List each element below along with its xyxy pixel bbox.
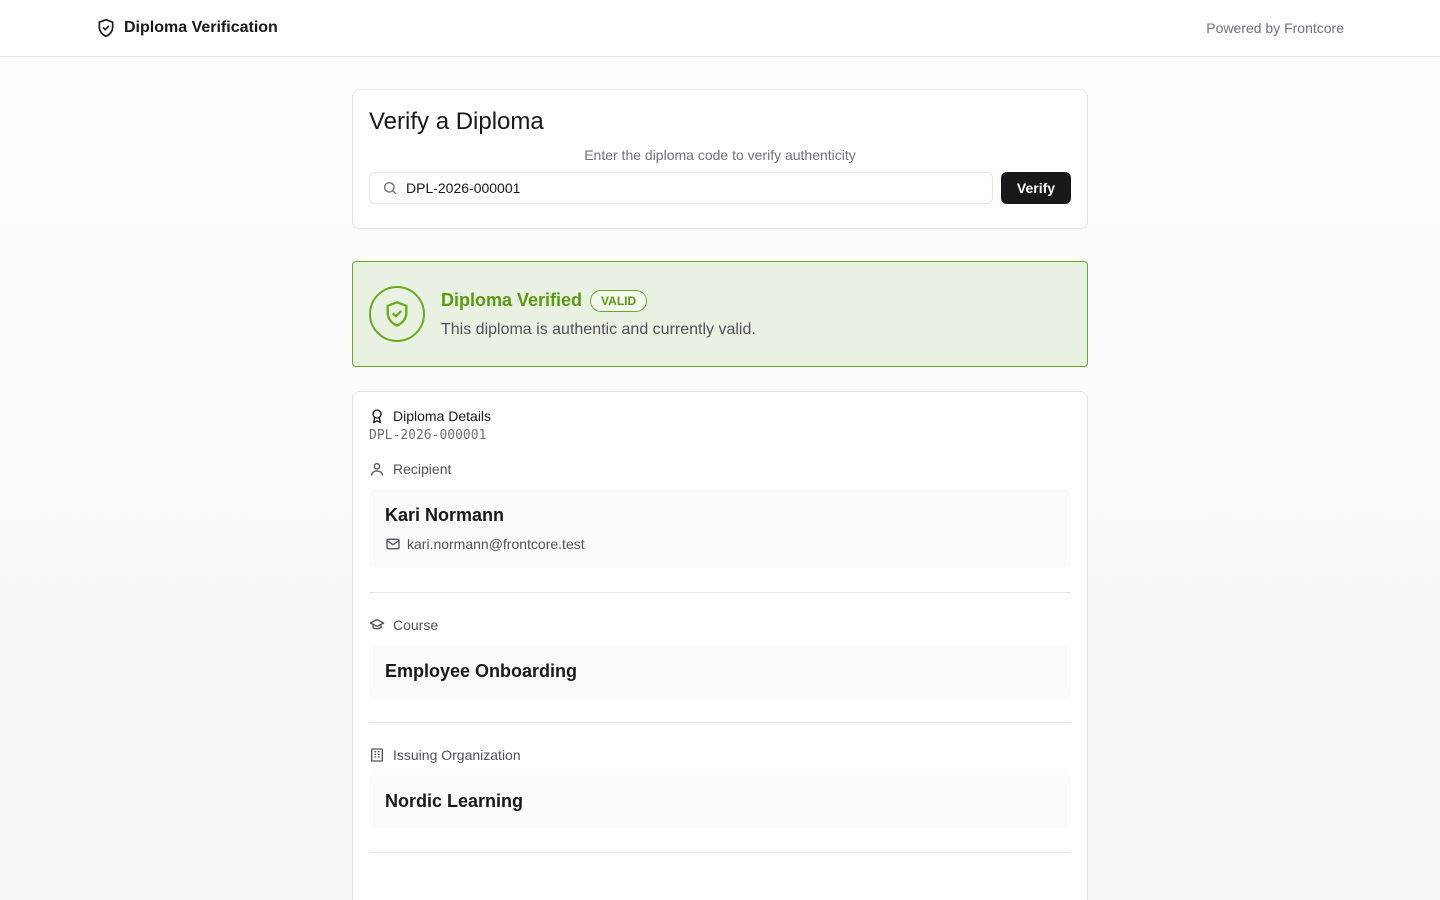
organization-label: Issuing Organization xyxy=(369,747,1071,763)
organization-box: Nordic Learning xyxy=(369,775,1071,828)
divider xyxy=(369,592,1071,593)
search-row: Verify xyxy=(369,172,1071,204)
brand: Diploma Verification xyxy=(96,18,278,38)
graduation-cap-icon xyxy=(369,617,385,633)
powered-by-text: Powered by Frontcore xyxy=(1206,20,1344,36)
divider xyxy=(369,722,1071,723)
app-title: Diploma Verification xyxy=(124,19,278,36)
verify-title: Verify a Diploma xyxy=(369,108,544,135)
status-title: Diploma Verified xyxy=(441,290,583,310)
details-heading-label: Diploma Details xyxy=(393,408,492,424)
recipient-box: Kari Normann kari.normann@frontcore.test xyxy=(369,489,1071,568)
building-icon xyxy=(369,747,385,763)
verify-subtitle: Enter the diploma code to verify authent… xyxy=(584,147,856,163)
course-label-text: Course xyxy=(393,617,439,633)
mail-icon xyxy=(385,536,401,552)
status-header: Diploma Verified VALID xyxy=(441,289,756,312)
recipient-label: Recipient xyxy=(369,461,1071,477)
divider xyxy=(369,852,1071,853)
verify-card: Verify a Diploma Enter the diploma code … xyxy=(352,89,1088,229)
organization-name: Nordic Learning xyxy=(385,791,524,811)
shield-check-icon xyxy=(96,18,116,38)
user-icon xyxy=(369,461,385,477)
status-description: This diploma is authentic and currently … xyxy=(441,320,756,338)
diploma-code-input[interactable] xyxy=(406,180,980,196)
main-content: Verify a Diploma Enter the diploma code … xyxy=(352,89,1088,900)
course-label: Course xyxy=(369,617,1071,633)
organization-label-text: Issuing Organization xyxy=(393,747,521,763)
verify-button[interactable]: Verify xyxy=(1001,172,1071,204)
recipient-name: Kari Normann xyxy=(385,505,505,525)
status-badge: VALID xyxy=(590,289,648,312)
recipient-label-text: Recipient xyxy=(393,461,452,477)
top-bar: Diploma Verification Powered by Frontcor… xyxy=(0,0,1440,57)
verification-status-card: Diploma Verified VALID This diploma is a… xyxy=(352,261,1088,367)
status-text: Diploma Verified VALID This diploma is a… xyxy=(441,289,756,339)
recipient-email-row: kari.normann@frontcore.test xyxy=(385,536,1055,552)
search-field[interactable] xyxy=(369,172,993,204)
course-box: Employee Onboarding xyxy=(369,645,1071,698)
course-name: Employee Onboarding xyxy=(385,661,578,681)
details-heading: Diploma Details xyxy=(369,408,1071,424)
award-icon xyxy=(369,408,385,424)
search-icon xyxy=(382,180,398,196)
shield-check-icon xyxy=(369,286,425,342)
diploma-details-card: Diploma Details DPL-2026-000001 Recipien… xyxy=(352,391,1088,900)
recipient-email: kari.normann@frontcore.test xyxy=(407,536,585,552)
diploma-code: DPL-2026-000001 xyxy=(369,428,487,443)
